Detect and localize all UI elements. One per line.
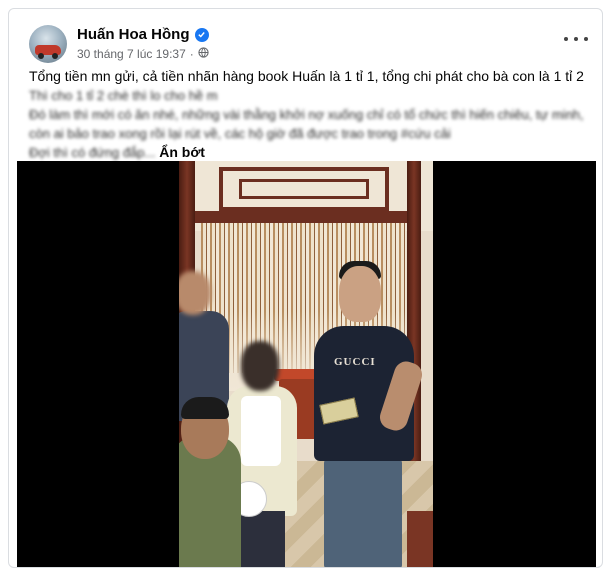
video-person-pants — [324, 459, 402, 567]
video-person-hair — [181, 397, 229, 419]
meta-separator: · — [189, 47, 194, 61]
post-text-line-blurred: còn ai bảo trao xong rồi lại rút về, các… — [29, 126, 451, 141]
video-person-head — [241, 341, 279, 391]
verified-badge-icon — [194, 27, 209, 42]
video-person-head — [339, 266, 381, 322]
video-furniture — [407, 511, 433, 567]
video-person-head — [179, 271, 211, 315]
video-person-top — [241, 396, 281, 466]
post-video[interactable]: GUCCI — [17, 161, 596, 567]
video-lattice — [239, 179, 369, 199]
post-header: Huấn Hoa Hồng 30 tháng 7 lúc 19:37 · — [9, 9, 602, 67]
see-less-link[interactable]: Ẩn bớt — [159, 144, 205, 160]
author-avatar[interactable] — [29, 25, 67, 63]
video-frame[interactable]: GUCCI — [179, 161, 433, 567]
video-lintel — [195, 211, 410, 223]
post-text-line-blurred: Đợi thì có đứng đắp... — [29, 145, 156, 160]
avatar-wheel — [52, 53, 58, 59]
author-name-row: Huấn Hoa Hồng — [77, 26, 209, 43]
post-meta: 30 tháng 7 lúc 19:37 · — [77, 47, 209, 61]
post-timestamp[interactable]: 30 tháng 7 lúc 19:37 — [77, 47, 186, 61]
author-name[interactable]: Huấn Hoa Hồng — [77, 26, 190, 43]
post-text-line-blurred: Thì cho 1 tỉ 2 chè thì lo cho hề m — [29, 88, 218, 103]
post-text-line: Tổng tiền mn gửi, cả tiền nhãn hàng book… — [29, 68, 584, 84]
video-person-pants — [241, 511, 285, 567]
globe-icon[interactable] — [198, 47, 209, 61]
facebook-post-card: Huấn Hoa Hồng 30 tháng 7 lúc 19:37 · Tổn… — [8, 8, 603, 568]
avatar-wheel — [38, 53, 44, 59]
post-text-line-blurred: Đó làm thì mới có ăn nhé, những vài thằn… — [29, 107, 584, 122]
post-text: Tổng tiền mn gửi, cả tiền nhãn hàng book… — [29, 67, 589, 162]
more-options-icon[interactable] — [564, 31, 588, 47]
shirt-logo: GUCCI — [334, 356, 376, 368]
